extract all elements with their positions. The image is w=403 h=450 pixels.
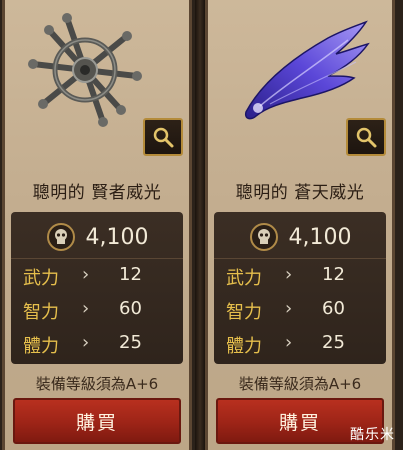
buy-button[interactable]: 購買	[13, 398, 181, 444]
skull-coin-icon	[46, 223, 75, 251]
stat-value: 25	[119, 332, 142, 353]
stat-value: 12	[119, 264, 142, 285]
item-stats-panel: 4,100 武力 › 12 智力 › 60 體力 › 25	[214, 212, 386, 364]
price-row: 4,100	[214, 216, 386, 259]
stat-row-strength: 武力 › 12	[214, 264, 386, 294]
stat-value: 60	[322, 298, 345, 319]
magnifier-icon	[153, 127, 174, 148]
item-card-1: 聰明的 賢者威光 4,100 武力 › 12 智力 › 60 體力 › 25 裝…	[2, 0, 192, 450]
inspect-button[interactable]	[143, 118, 183, 156]
stat-label: 智力	[226, 302, 262, 323]
stat-label: 武力	[23, 268, 59, 289]
inspect-button[interactable]	[346, 118, 386, 156]
item-name: 聰明的 蒼天威光	[235, 183, 365, 203]
stat-row-intelligence: 智力 › 60	[214, 298, 386, 328]
stat-value: 12	[322, 264, 345, 285]
stat-row-vitality: 體力 › 25	[11, 332, 183, 362]
stat-row-intelligence: 智力 › 60	[11, 298, 183, 328]
price-value: 4,100	[288, 224, 352, 250]
equip-requirement: 裝備等級須為A+6	[238, 375, 362, 393]
stat-row-strength: 武力 › 12	[11, 264, 183, 294]
stat-arrow: ›	[82, 332, 90, 353]
price-value: 4,100	[85, 224, 149, 250]
stat-label: 智力	[23, 302, 59, 323]
stat-label: 武力	[226, 268, 262, 289]
card-divider	[195, 0, 205, 450]
stat-label: 體力	[226, 336, 262, 357]
watermark-text: 酷乐米	[350, 427, 395, 443]
stat-label: 體力	[23, 336, 59, 357]
stat-arrow: ›	[82, 298, 90, 319]
stat-value: 25	[322, 332, 345, 353]
magnifier-icon	[356, 127, 377, 148]
skull-coin-icon	[249, 223, 278, 251]
stat-arrow: ›	[285, 298, 293, 319]
item-name: 聰明的 賢者威光	[32, 183, 162, 203]
stat-arrow: ›	[285, 264, 293, 285]
stat-arrow: ›	[82, 264, 90, 285]
equip-requirement: 裝備等級須為A+6	[35, 375, 159, 393]
stat-row-vitality: 體力 › 25	[214, 332, 386, 362]
price-row: 4,100	[11, 216, 183, 259]
stat-arrow: ›	[285, 332, 293, 353]
item-card-2: 聰明的 蒼天威光 4,100 武力 › 12 智力 › 60 體力 › 25 裝…	[205, 0, 395, 450]
item-stats-panel: 4,100 武力 › 12 智力 › 60 體力 › 25	[11, 212, 183, 364]
stat-value: 60	[119, 298, 142, 319]
